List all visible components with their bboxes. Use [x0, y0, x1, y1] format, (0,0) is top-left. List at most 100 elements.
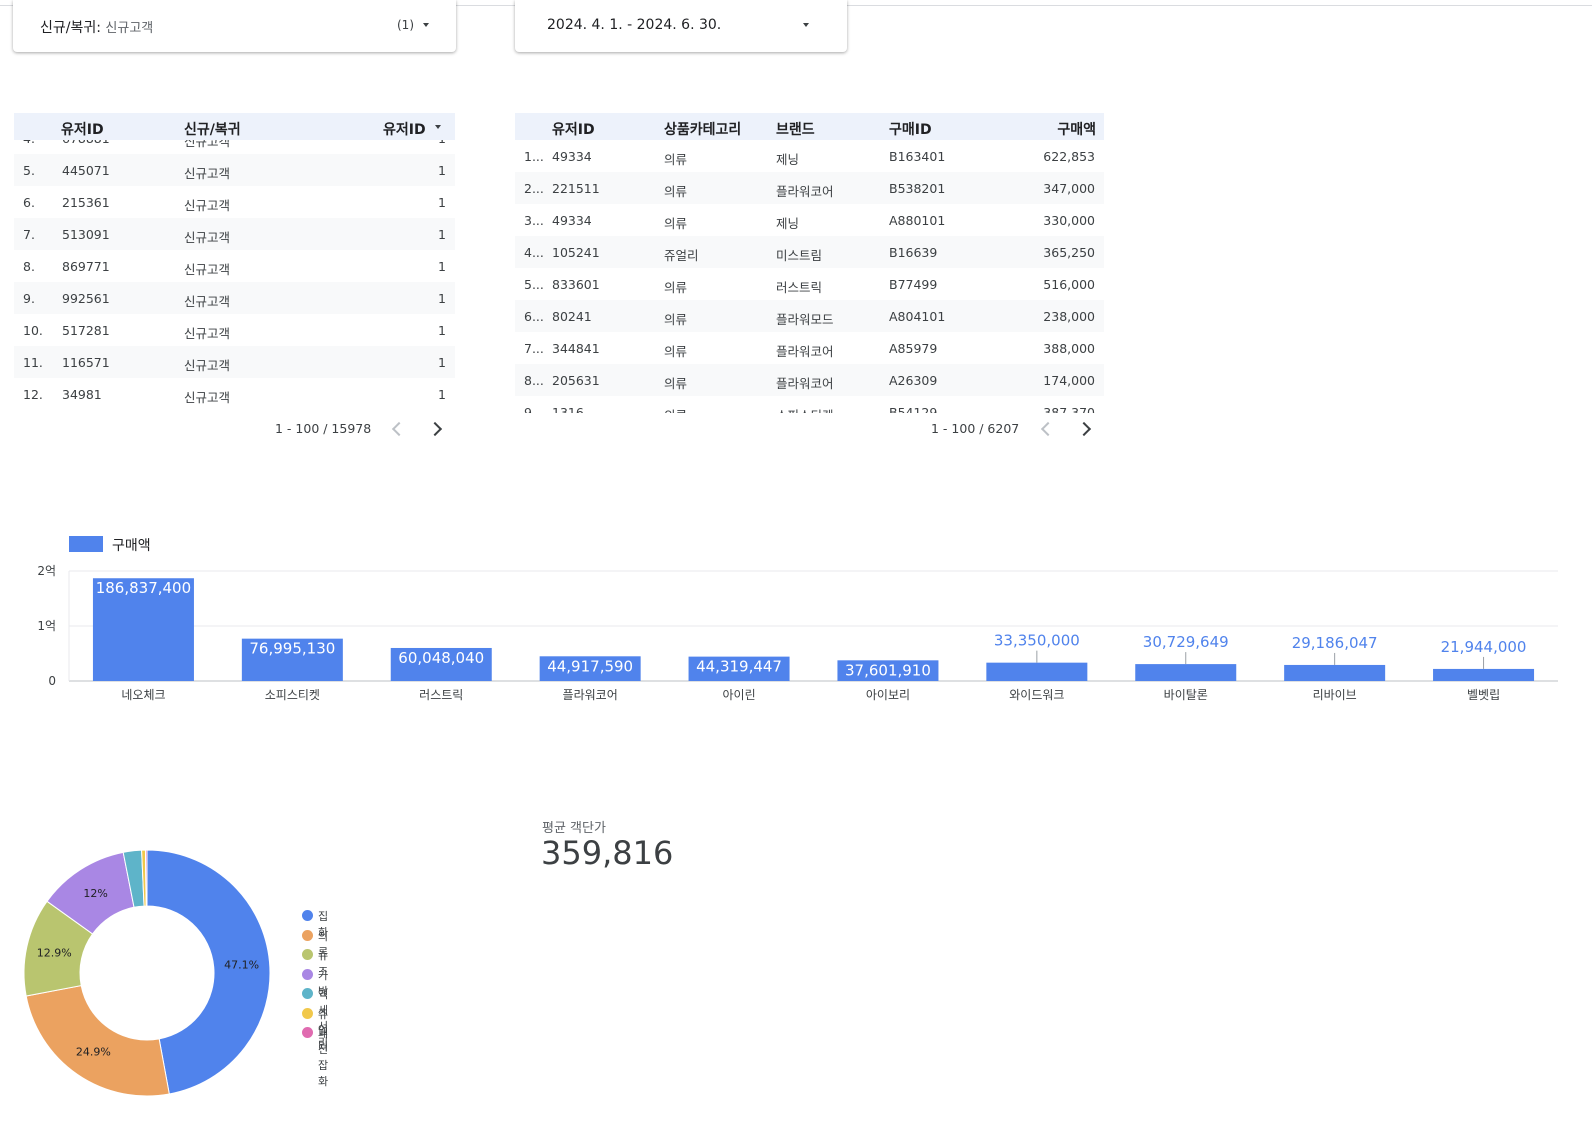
row-index: 11.	[23, 355, 43, 370]
purchase-id-cell: A804101	[889, 309, 946, 324]
donut-slice[interactable]	[25, 984, 170, 1097]
column-header-amount[interactable]: 구매액	[1057, 119, 1096, 139]
chevron-down-icon[interactable]	[803, 23, 809, 27]
bar[interactable]	[1135, 664, 1237, 681]
column-header-user-id-count[interactable]: 유저ID	[383, 119, 426, 139]
category-cell: 의류	[664, 312, 688, 327]
row-index: 5.	[23, 163, 35, 178]
purchase-id-cell: B77499	[889, 277, 938, 292]
donut-slice[interactable]	[146, 849, 271, 1095]
brand-cell: 소피스티켓	[776, 405, 834, 413]
bar[interactable]	[1284, 664, 1386, 681]
table-row[interactable]: 7. 513091 신규고객 1	[14, 218, 455, 250]
segment-cell: 신규고객	[184, 358, 231, 373]
purchase-id-cell: B538201	[889, 181, 946, 196]
legend-dot	[302, 949, 313, 960]
brand-cell: 제닝	[776, 216, 800, 231]
column-header-brand[interactable]: 브랜드	[776, 119, 815, 139]
x-tick-label: 플라워코어	[563, 688, 618, 702]
table-row[interactable]: 8... 205631 의류 플라워코어 A26309 174,000	[515, 364, 1104, 396]
row-index: 9.	[23, 291, 35, 306]
users-table-header: 유저ID 신규/복귀 유저ID	[14, 113, 455, 140]
amount-cell: 365,250	[1043, 245, 1095, 260]
y-tick-label: 1억	[37, 619, 56, 633]
table-row[interactable]: 6... 80241 의류 플라워모드 A804101 238,000	[515, 300, 1104, 332]
x-tick-label: 와이드워크	[1009, 688, 1064, 702]
column-header-category[interactable]: 상품카테고리	[664, 119, 741, 139]
x-tick-label: 벨벳립	[1467, 688, 1500, 702]
table-row[interactable]: 7... 344841 의류 플라워코어 A85979 388,000	[515, 332, 1104, 364]
bar[interactable]	[1433, 668, 1535, 681]
amount-cell: 388,000	[1043, 341, 1095, 356]
table-row[interactable]: 10. 517281 신규고객 1	[14, 314, 455, 346]
legend-dot	[302, 1007, 313, 1019]
brand-cell: 미스트림	[776, 248, 823, 263]
data-label: 76,995,130	[249, 640, 335, 658]
table-row[interactable]: 1... 49334 의류 제닝 B163401 622,853	[515, 140, 1104, 172]
user-id-cell: 221511	[552, 181, 600, 196]
purchase-id-cell: A880101	[889, 213, 946, 228]
category-cell: 의류	[664, 216, 688, 231]
y-tick-label: 2억	[37, 564, 56, 578]
slice-label: 24.9%	[76, 1045, 111, 1058]
x-tick-label: 러스트릭	[419, 688, 463, 702]
row-index: 4.	[23, 140, 35, 146]
user-id-cell: 49334	[552, 213, 592, 228]
table-row[interactable]: 4... 105241 쥬얼리 미스트림 B16639 365,250	[515, 236, 1104, 268]
table-row[interactable]: 9 1316 의류 소피스티켓 B54129 387,370	[515, 396, 1104, 413]
chevron-right-icon[interactable]	[1076, 421, 1092, 437]
brand-cell: 플라워코어	[776, 376, 834, 391]
x-tick-label: 네오체크	[121, 688, 165, 702]
table-row[interactable]: 3... 49334 의류 제닝 A880101 330,000	[515, 204, 1104, 236]
users-table-body: 4. 678881 신규고객 1 5.445071신규고객16.215361신규고객17…	[14, 140, 455, 411]
row-index: 7...	[524, 341, 544, 356]
user-id-cell: 34981	[62, 387, 102, 402]
data-label: 33,350,000	[994, 632, 1080, 650]
table-row[interactable]: 11. 116571 신규고객 1	[14, 346, 455, 378]
chevron-down-icon[interactable]	[423, 23, 429, 27]
sort-desc-icon[interactable]	[435, 125, 441, 129]
column-header-user-id[interactable]: 유저ID	[552, 119, 595, 139]
table-row[interactable]: 12. 34981 신규고객 1	[14, 378, 455, 410]
legend-dot	[302, 988, 313, 999]
user-id-cell: 105241	[552, 245, 600, 260]
row-index: 6.	[23, 195, 35, 210]
table-row[interactable]: 4. 678881 신규고객 1	[14, 140, 455, 154]
data-label: 44,319,447	[696, 658, 782, 676]
donut-slice[interactable]	[144, 849, 148, 907]
table-row[interactable]: 2... 221511 의류 플라워코어 B538201 347,000	[515, 172, 1104, 204]
segment-cell: 신규고객	[184, 326, 231, 341]
user-id-cell: 678881	[62, 140, 110, 146]
data-label: 44,917,590	[547, 657, 633, 675]
amount-cell: 516,000	[1043, 277, 1095, 292]
table-row[interactable]: 5. 445071 신규고객 1	[14, 154, 455, 186]
category-cell: 의류	[664, 405, 687, 413]
category-cell: 의류	[664, 376, 688, 391]
user-id-cell: 513091	[62, 227, 110, 242]
table-row[interactable]: 9. 992561 신규고객 1	[14, 282, 455, 314]
table-row[interactable]: 5... 833601 의류 러스트릭 B77499 516,000	[515, 268, 1104, 300]
table-row[interactable]: 6. 215361 신규고객 1	[14, 186, 455, 218]
user-id-cell: 1316	[552, 405, 584, 413]
purchases-table: 유저ID 상품카테고리 브랜드 구매ID 구매액 1... 49334 의류 제닝 B1…	[515, 113, 1104, 413]
count-cell: 1	[438, 227, 446, 242]
chevron-left-icon[interactable]	[1040, 421, 1056, 437]
segment-cell: 신규고객	[184, 198, 231, 213]
table-row[interactable]: 8. 869771 신규고객 1	[14, 250, 455, 282]
count-cell: 1	[438, 355, 446, 370]
bar[interactable]	[986, 662, 1088, 681]
brand-bar-chart: 0 1억 2억 186,837,400 네오체크 76,995,130 소피스티켓 60,04…	[37, 564, 1558, 702]
column-header-segment[interactable]: 신규/복귀	[184, 119, 241, 139]
column-header-user-id[interactable]: 유저ID	[61, 119, 104, 139]
data-label: 186,837,400	[96, 579, 191, 597]
segment-cell: 신규고객	[184, 294, 231, 309]
segment-filter[interactable]: 신규/복귀: 신규고객 (1)	[13, 0, 456, 52]
purchase-id-cell: A85979	[889, 341, 938, 356]
amount-cell: 174,000	[1043, 373, 1095, 388]
user-id-cell: 116571	[62, 355, 110, 370]
column-header-purchase-id[interactable]: 구매ID	[889, 119, 932, 139]
date-range-filter[interactable]: 2024. 4. 1. - 2024. 6. 30.	[515, 0, 847, 52]
legend-swatch-purchase-amount	[69, 536, 103, 552]
count-cell: 1	[438, 323, 446, 338]
segment-filter-count: (1)	[397, 18, 414, 32]
